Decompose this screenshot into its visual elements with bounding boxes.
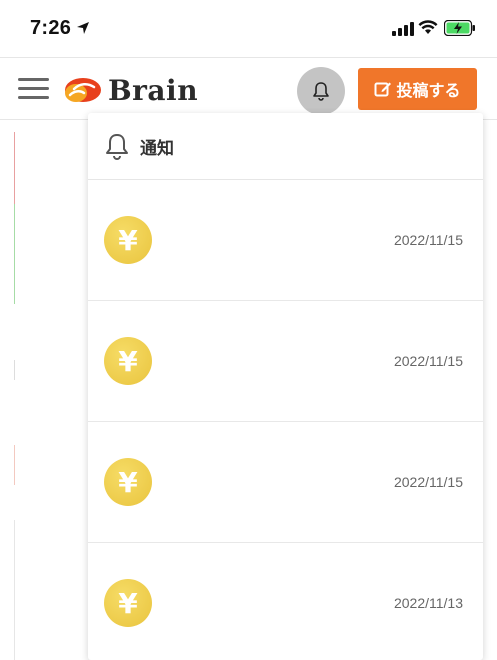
wifi-icon	[418, 19, 438, 39]
yen-coin-icon: ¥	[104, 216, 152, 264]
divider	[14, 520, 15, 660]
notification-date: 2022/11/13	[393, 595, 463, 611]
bell-icon	[106, 134, 128, 160]
location-arrow-icon	[76, 20, 90, 39]
yen-coin-icon: ¥	[104, 458, 152, 506]
divider	[14, 445, 15, 485]
yen-coin-icon: ¥	[104, 337, 152, 385]
notification-item[interactable]: ¥ 2022/11/15	[88, 422, 483, 543]
battery-charging-icon	[443, 19, 476, 40]
brain-logo-mark-icon	[65, 78, 101, 102]
status-time: 7:26	[30, 17, 72, 39]
notification-item[interactable]: ¥ 2022/11/15	[88, 180, 483, 301]
notification-item[interactable]: ¥ 2022/11/15	[88, 301, 483, 422]
bell-icon	[313, 82, 329, 101]
edit-icon	[374, 82, 392, 97]
divider	[14, 360, 15, 380]
notification-item[interactable]: ¥ 2022/11/13	[88, 543, 483, 660]
notification-date: 2022/11/15	[393, 353, 463, 369]
brain-logo[interactable]: Brain	[62, 73, 198, 107]
divider	[14, 204, 15, 304]
notification-panel-title: 通知	[140, 138, 174, 159]
notification-date: 2022/11/15	[393, 232, 463, 248]
yen-coin-icon: ¥	[104, 579, 152, 627]
notification-button[interactable]	[297, 67, 345, 115]
divider	[14, 132, 15, 204]
notification-panel-header: 通知	[88, 113, 483, 180]
post-button-label: 投稿する	[396, 81, 461, 100]
logo-text: Brain	[108, 73, 199, 107]
status-bar: 7:26	[0, 0, 497, 57]
cellular-signal-icon	[392, 21, 414, 40]
app-header: Brain 投稿する	[0, 57, 497, 120]
post-button[interactable]: 投稿する	[358, 68, 477, 110]
menu-icon[interactable]	[18, 78, 49, 100]
notification-date: 2022/11/15	[393, 474, 463, 490]
notification-panel: 通知 ¥ 2022/11/15 ¥ 2022/11/15 ¥ 2022/11/1…	[88, 113, 483, 660]
